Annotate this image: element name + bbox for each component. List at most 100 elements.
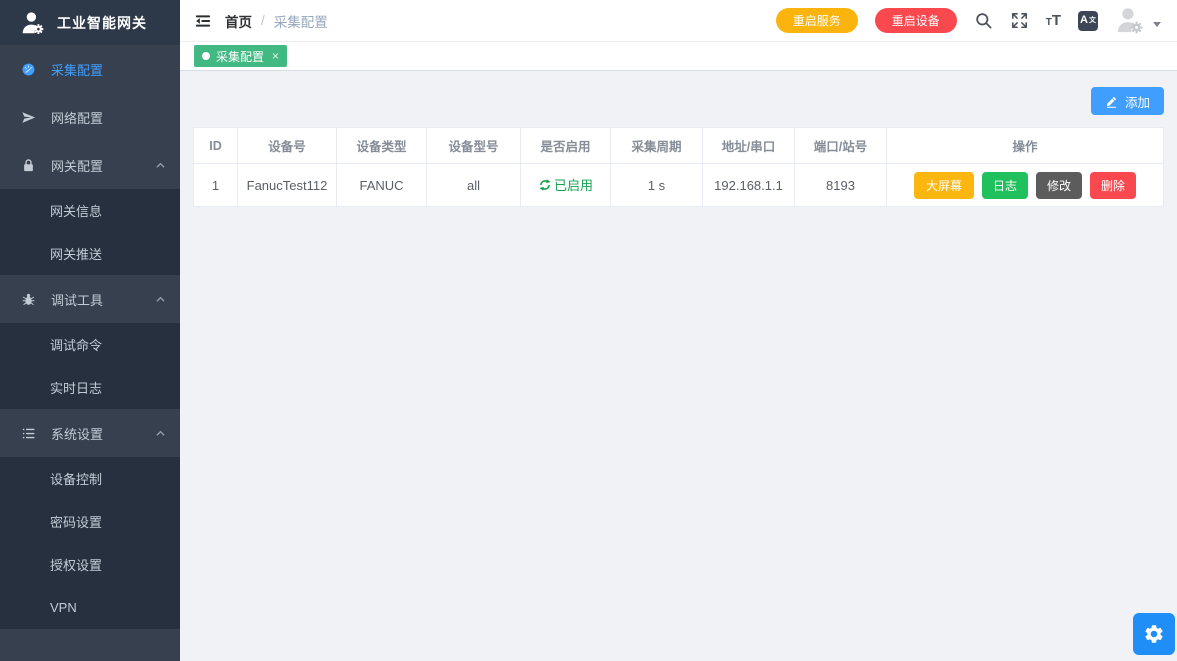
table-row: 1 FanucTest112 FANUC all (194, 164, 1164, 207)
cell-actions: 大屏幕 日志 修改 删除 (887, 164, 1164, 207)
col-address: 地址/串口 (703, 128, 795, 164)
menu-fold-icon[interactable] (194, 12, 212, 30)
chevron-up-icon (155, 160, 166, 171)
sidebar-subitem-label: 设备控制 (50, 469, 102, 488)
submenu-debug-tools: 调试命令 实时日志 (0, 323, 180, 409)
submenu-system-settings: 设备控制 密码设置 授权设置 VPN (0, 457, 180, 629)
edit-pencil-icon (1105, 95, 1118, 108)
breadcrumb: 首页 / 采集配置 (225, 11, 328, 31)
table-toolbar: 添加 (180, 72, 1177, 127)
sidebar-item-gateway-config[interactable]: 网关配置 (0, 141, 180, 189)
restart-service-button[interactable]: 重启服务 (776, 8, 858, 33)
settings-fab-button[interactable] (1133, 613, 1175, 655)
status-badge: 已启用 (538, 175, 593, 194)
sidebar-item-gateway-push[interactable]: 网关推送 (0, 232, 180, 275)
font-size-large-t: T (1052, 13, 1061, 28)
cell-enabled: 已启用 (521, 164, 611, 207)
chevron-up-icon (155, 294, 166, 305)
tab-collect-config[interactable]: 采集配置 × (194, 45, 287, 67)
col-collect-cycle: 采集周期 (611, 128, 703, 164)
col-actions: 操作 (887, 128, 1164, 164)
sidebar-item-collect-config[interactable]: 采集配置 (0, 45, 180, 93)
big-screen-button[interactable]: 大屏幕 (914, 172, 974, 199)
app-logo: 工业智能网关 (0, 0, 180, 45)
col-device-model: 设备型号 (427, 128, 521, 164)
cell-device-model: all (427, 164, 521, 207)
tab-label: 采集配置 (216, 48, 264, 65)
cell-collect-cycle: 1 s (611, 164, 703, 207)
breadcrumb-home[interactable]: 首页 (225, 11, 252, 31)
header-actions: 重启服务 重启设备 TT A文 (776, 5, 1177, 36)
sidebar-item-label: 调试工具 (51, 290, 155, 309)
log-button[interactable]: 日志 (982, 172, 1028, 199)
sidebar-item-password-settings[interactable]: 密码设置 (0, 500, 180, 543)
sidebar-item-label: 系统设置 (51, 424, 155, 443)
user-gear-logo-icon (20, 10, 46, 36)
col-id: ID (194, 128, 238, 164)
delete-button[interactable]: 删除 (1090, 172, 1136, 199)
add-button[interactable]: 添加 (1091, 87, 1164, 115)
cell-device-type: FANUC (337, 164, 427, 207)
modify-button[interactable]: 修改 (1036, 172, 1082, 199)
submenu-gateway-config: 网关信息 网关推送 (0, 189, 180, 275)
caret-down-icon (1153, 22, 1161, 27)
sidebar-subitem-label: 网关推送 (50, 244, 102, 263)
bug-icon (21, 292, 36, 307)
gear-icon (1143, 623, 1165, 645)
sidebar-item-realtime-log[interactable]: 实时日志 (0, 366, 180, 409)
font-size-icon[interactable]: TT (1046, 13, 1061, 28)
cell-port: 8193 (795, 164, 887, 207)
cell-address: 192.168.1.1 (703, 164, 795, 207)
sidebar-item-label: 网络配置 (51, 108, 166, 127)
add-button-label: 添加 (1125, 92, 1150, 111)
sidebar-item-vpn[interactable]: VPN (0, 586, 180, 629)
sidebar-subitem-label: 密码设置 (50, 512, 102, 531)
sidebar-item-label: 网关配置 (51, 156, 155, 175)
main-content: 添加 ID 设备号 设备类型 设备型号 是否启用 采集周期 地址/串口 端口/站… (180, 72, 1177, 661)
col-enabled: 是否启用 (521, 128, 611, 164)
app-title: 工业智能网关 (57, 13, 147, 33)
search-icon[interactable] (974, 11, 993, 30)
sidebar-subitem-label: 调试命令 (50, 335, 102, 354)
language-icon[interactable]: A文 (1078, 11, 1098, 31)
lock-icon (21, 158, 36, 173)
restart-device-button[interactable]: 重启设备 (875, 8, 957, 33)
col-port: 端口/站号 (795, 128, 887, 164)
sidebar-item-system-settings[interactable]: 系统设置 (0, 409, 180, 457)
breadcrumb-current: 采集配置 (274, 11, 328, 31)
language-letter: A (1080, 15, 1088, 26)
fullscreen-icon[interactable] (1010, 11, 1029, 30)
tab-bar: 采集配置 × (180, 42, 1177, 71)
sidebar-item-authorization-settings[interactable]: 授权设置 (0, 543, 180, 586)
table-header-row: ID 设备号 设备类型 设备型号 是否启用 采集周期 地址/串口 端口/站号 操… (194, 128, 1164, 164)
dashboard-icon (21, 62, 36, 77)
sidebar: 工业智能网关 采集配置 (0, 0, 180, 661)
sidebar-subitem-label: 网关信息 (50, 201, 102, 220)
sidebar-subitem-label: VPN (50, 600, 77, 615)
sidebar-item-debug-command[interactable]: 调试命令 (0, 323, 180, 366)
active-tab-dot (202, 52, 210, 60)
sidebar-item-gateway-info[interactable]: 网关信息 (0, 189, 180, 232)
cell-device-no: FanucTest112 (238, 164, 337, 207)
sidebar-item-label: 采集配置 (51, 60, 166, 79)
device-table: ID 设备号 设备类型 设备型号 是否启用 采集周期 地址/串口 端口/站号 操… (193, 127, 1164, 207)
paper-plane-icon (21, 110, 36, 125)
user-menu[interactable] (1115, 5, 1161, 36)
tab-close-icon[interactable]: × (272, 49, 279, 63)
col-device-no: 设备号 (238, 128, 337, 164)
sidebar-menu: 采集配置 网络配置 网关配置 网关信息 网关推送 (0, 45, 180, 629)
sidebar-subitem-label: 实时日志 (50, 378, 102, 397)
user-avatar (1115, 5, 1146, 36)
breadcrumb-separator: / (261, 13, 265, 28)
sidebar-item-device-control[interactable]: 设备控制 (0, 457, 180, 500)
cell-id: 1 (194, 164, 238, 207)
sidebar-item-debug-tools[interactable]: 调试工具 (0, 275, 180, 323)
status-label: 已启用 (554, 175, 593, 194)
top-header: 首页 / 采集配置 重启服务 重启设备 TT A文 (180, 0, 1177, 42)
col-device-type: 设备类型 (337, 128, 427, 164)
chevron-up-icon (155, 428, 166, 439)
row-actions: 大屏幕 日志 修改 删除 (887, 172, 1163, 199)
language-sup: 文 (1089, 17, 1096, 24)
sidebar-item-network-config[interactable]: 网络配置 (0, 93, 180, 141)
sidebar-subitem-label: 授权设置 (50, 555, 102, 574)
